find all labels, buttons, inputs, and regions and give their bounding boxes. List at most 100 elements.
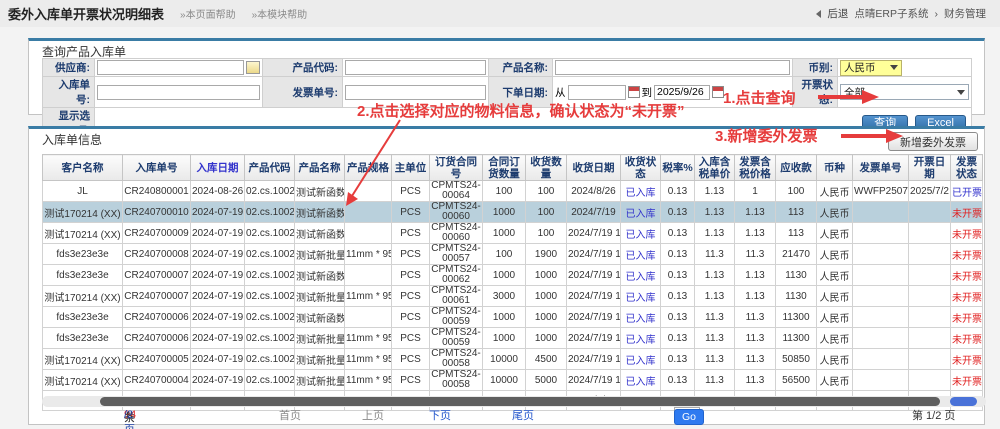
table-cell: 11mm * 95m xyxy=(345,370,392,391)
table-cell: 未开票 xyxy=(951,244,983,265)
table-cell: 02.cs.100241 xyxy=(245,223,295,244)
module-help-link[interactable]: »本模块帮助 xyxy=(252,6,308,21)
column-header[interactable]: 入库日期 xyxy=(191,155,245,181)
table-cell: 1.13 xyxy=(695,181,735,202)
table-cell: CR240700005 xyxy=(123,349,191,370)
column-header: 发票状态 xyxy=(951,155,983,181)
column-header: 发票含税价格 xyxy=(735,155,776,181)
date-from-input[interactable] xyxy=(568,85,626,100)
table-cell: 2024-07-19 xyxy=(191,349,245,370)
table-cell: 2025/7/2 xyxy=(909,181,951,202)
table-row[interactable]: 测试170214 (XX)CR2407000072024-07-1902.cs.… xyxy=(43,286,983,307)
table-cell: PCS xyxy=(392,265,430,286)
table-cell: 2024-07-19 xyxy=(191,223,245,244)
table-cell: CR240700010 xyxy=(123,202,191,223)
table-cell: 2024/7/19 10 xyxy=(567,244,621,265)
table-cell[interactable]: 已入库 xyxy=(621,202,661,223)
table-cell[interactable]: 已入库 xyxy=(621,265,661,286)
table-cell xyxy=(345,181,392,202)
add-outsource-invoice-button[interactable]: 新增委外发票 xyxy=(888,132,978,151)
currency-select[interactable]: 人民币 xyxy=(840,60,902,76)
first-page-link[interactable]: 首页 xyxy=(279,407,301,423)
grid-panel: 入库单信息 新增委外发票 客户名称入库单号入库日期产品代码产品名称产品规格主单位… xyxy=(28,126,985,425)
invoice-status-select[interactable]: 全部 xyxy=(840,84,969,100)
scrollbar-thumb[interactable] xyxy=(100,397,940,406)
table-cell: 1.13 xyxy=(695,265,735,286)
table-row[interactable]: fds3e23e3eCR2407000082024-07-1902.cs.100… xyxy=(43,244,983,265)
table-cell xyxy=(345,307,392,328)
table-cell: 2024/7/19 10 xyxy=(567,265,621,286)
table-row[interactable]: JLCR2408000012024-08-2602.cs.100241测试新函数… xyxy=(43,181,983,202)
table-row[interactable]: 测试170214 (XX)CR2407000052024-07-1902.cs.… xyxy=(43,349,983,370)
table-cell: 1.13 xyxy=(695,286,735,307)
table-cell: CPMTS24-00062 xyxy=(430,265,483,286)
table-cell: 1000 xyxy=(526,286,567,307)
calendar-icon[interactable] xyxy=(712,86,724,98)
table-cell: CPMTS24-00060 xyxy=(430,202,483,223)
table-cell[interactable]: 已入库 xyxy=(621,370,661,391)
table-cell: fds3e23e3e xyxy=(43,328,123,349)
table-row[interactable]: 测试170214 (XX)CR2407000102024-07-1902.cs.… xyxy=(43,202,983,223)
column-header: 收货数量 xyxy=(526,155,567,181)
next-page-link[interactable]: 下页 xyxy=(429,407,451,423)
go-button[interactable]: Go xyxy=(674,409,704,425)
table-cell: 未开票 xyxy=(951,223,983,244)
date-to-input[interactable] xyxy=(654,85,710,100)
inbound-no-input[interactable] xyxy=(97,85,260,100)
table-cell xyxy=(853,370,909,391)
table-cell[interactable]: 已入库 xyxy=(621,223,661,244)
calendar-icon[interactable] xyxy=(628,86,640,98)
inbound-no-label: 入库单号: xyxy=(43,77,95,108)
breadcrumb-system[interactable]: 点晴ERP子系统 xyxy=(854,6,928,21)
table-cell[interactable]: 已入库 xyxy=(621,286,661,307)
table-row[interactable]: fds3e23e3eCR2407000072024-07-1902.cs.100… xyxy=(43,265,983,286)
horizontal-scrollbar[interactable] xyxy=(42,396,986,407)
table-row[interactable]: fds3e23e3eCR2407000062024-07-1902.cs.100… xyxy=(43,328,983,349)
column-header: 产品规格 xyxy=(345,155,392,181)
table-cell: CPMTS24-00059 xyxy=(430,307,483,328)
table-cell xyxy=(345,202,392,223)
back-icon xyxy=(816,10,821,18)
table-cell: 02.cs.100246 xyxy=(245,349,295,370)
table-cell[interactable]: 已入库 xyxy=(621,328,661,349)
invoice-status-label: 开票状态: xyxy=(793,77,838,108)
table-cell: 02.cs.100246 xyxy=(245,370,295,391)
prev-page-link[interactable]: 上页 xyxy=(362,407,384,423)
picker-icon[interactable] xyxy=(246,61,260,74)
table-cell[interactable]: 已入库 xyxy=(621,244,661,265)
scrollbar-end-piece[interactable] xyxy=(950,397,977,406)
table-cell: PCS xyxy=(392,307,430,328)
table-row[interactable]: 测试170214 (XX)CR2407000092024-07-1902.cs.… xyxy=(43,223,983,244)
table-cell[interactable]: 已入库 xyxy=(621,349,661,370)
table-cell: 测试170214 (XX) xyxy=(43,349,123,370)
last-page-link[interactable]: 尾页 xyxy=(512,407,534,423)
product-code-input[interactable] xyxy=(345,60,486,75)
back-link[interactable]: 后退 xyxy=(827,6,848,21)
table-cell: CR240700004 xyxy=(123,370,191,391)
table-cell: 2024/7/19 10 xyxy=(567,223,621,244)
column-header: 税率% xyxy=(661,155,695,181)
table-cell: 未开票 xyxy=(951,328,983,349)
column-header: 产品名称 xyxy=(295,155,345,181)
table-cell: 11300 xyxy=(776,328,817,349)
table-cell: 100 xyxy=(483,181,526,202)
column-header: 币种 xyxy=(817,155,853,181)
page-help-link[interactable]: »本页面帮助 xyxy=(180,6,236,21)
table-cell xyxy=(909,307,951,328)
table-cell: 11mm * 95m xyxy=(345,328,392,349)
page-title: 委外入库单开票状况明细表 xyxy=(8,4,164,23)
table-cell: CPMTS24-00060 xyxy=(430,223,483,244)
table-cell[interactable]: 已入库 xyxy=(621,307,661,328)
breadcrumb-module[interactable]: 财务管理 xyxy=(944,6,986,21)
table-row[interactable]: fds3e23e3eCR2407000062024-07-1902.cs.100… xyxy=(43,307,983,328)
table-row[interactable]: 测试170214 (XX)CR2407000042024-07-1902.cs.… xyxy=(43,370,983,391)
supplier-input[interactable] xyxy=(97,60,244,75)
table-cell: 测试新函数成 xyxy=(295,202,345,223)
invoice-no-input[interactable] xyxy=(345,85,486,100)
product-name-label: 产品名称: xyxy=(489,59,553,77)
table-cell xyxy=(909,265,951,286)
table-cell: 2024/7/19 xyxy=(567,202,621,223)
table-cell: 10000 xyxy=(483,349,526,370)
product-name-input[interactable] xyxy=(555,60,790,75)
table-cell[interactable]: 已入库 xyxy=(621,181,661,202)
